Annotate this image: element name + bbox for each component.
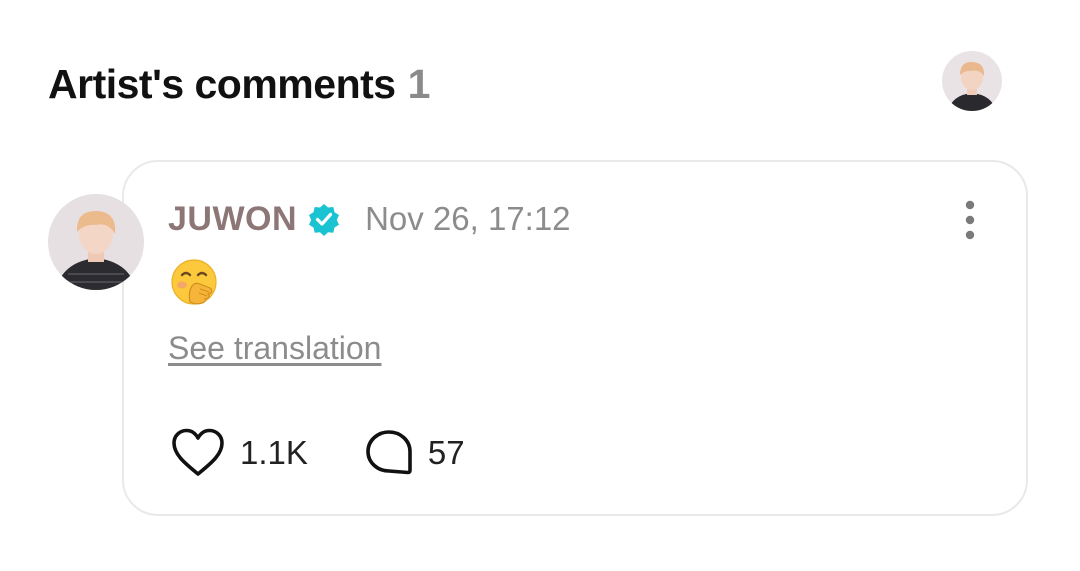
like-count: 1.1K [240,434,308,471]
more-options-button[interactable] [950,196,990,244]
artist-avatar-filter[interactable] [942,51,1002,111]
reply-count: 57 [427,434,465,471]
hand-over-mouth-emoji-icon [170,258,218,306]
comment-actions: 1.1K 57 [170,426,465,480]
author-name[interactable]: JUWON [168,200,297,239]
comment-timestamp: Nov 26, 17:12 [365,200,571,237]
see-translation-link[interactable]: See translation [168,330,381,367]
avatar-image [942,51,1002,111]
author-avatar[interactable] [48,194,144,290]
comment-meta: JUWON Nov 26, 17:12 [168,195,571,243]
reply-button[interactable]: 57 [364,428,465,478]
heart-icon [172,428,224,476]
like-button[interactable]: 1.1K [170,427,308,479]
verified-badge-icon [307,202,341,236]
more-vertical-icon [965,200,975,240]
section-header: Artist's comments 1 [48,56,430,112]
artist-comments-panel: Artist's comments 1 JUWON Nov 26, 17:12 … [0,0,1080,571]
section-title: Artist's comments [48,60,396,107]
comment-count: 1 [407,60,431,107]
avatar-image [48,194,144,290]
reply-bubble-icon [366,430,412,475]
